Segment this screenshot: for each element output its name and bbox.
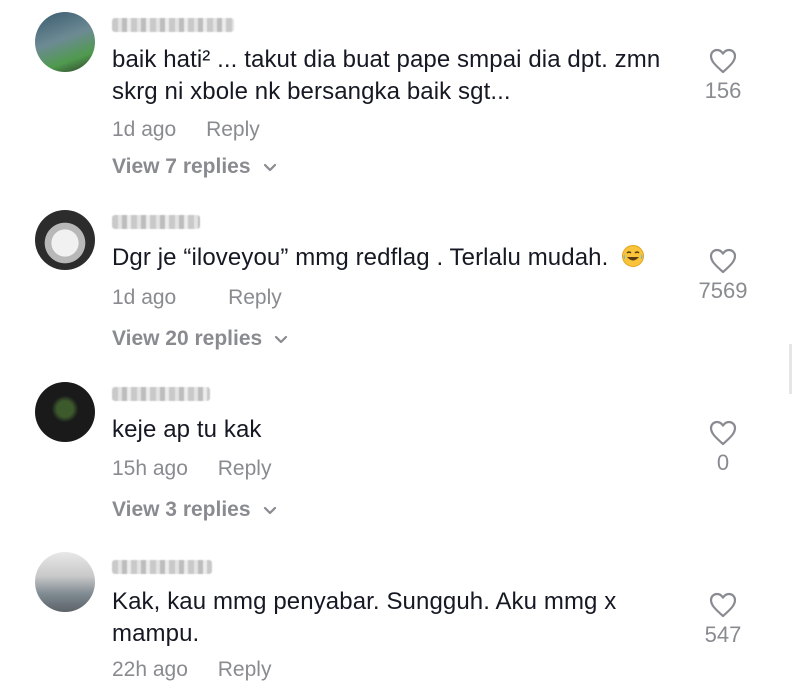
chevron-down-icon: [263, 155, 277, 179]
reply-button[interactable]: Reply: [206, 118, 260, 141]
avatar[interactable]: [35, 552, 95, 612]
comment-text-line: skrg ni xbole nk bersangka baik sgt...: [112, 78, 511, 105]
reply-button[interactable]: Reply: [228, 286, 282, 309]
comment-item: Kak, kau mmg penyabar. Sungguh. Aku mmg …: [0, 550, 792, 690]
view-replies-button[interactable]: View 20 replies: [112, 327, 288, 351]
like-button[interactable]: 7569: [683, 248, 763, 304]
comment-item: baik hati² ... takut dia buat pape smpai…: [0, 0, 792, 190]
like-button[interactable]: 547: [683, 592, 763, 648]
comment-time: 1d ago: [112, 118, 177, 141]
comment-item: keje ap tu kak 15h ago Reply View 3 repl…: [0, 370, 792, 540]
view-replies-button[interactable]: View 3 replies: [112, 498, 277, 522]
avatar[interactable]: [35, 382, 95, 442]
view-replies-label: View 20 replies: [112, 327, 263, 350]
username-blurred[interactable]: [112, 387, 210, 401]
comment-text-line: mampu.: [112, 620, 200, 647]
username-blurred[interactable]: [112, 215, 200, 229]
view-replies-label: View 7 replies: [112, 155, 251, 178]
comment-text: baik hati² ... takut dia buat pape smpai…: [112, 44, 687, 108]
face-with-tears-of-joy-icon: [621, 244, 645, 277]
like-count: 7569: [698, 278, 748, 303]
reply-button[interactable]: Reply: [218, 457, 272, 480]
heart-outline-icon: [683, 48, 763, 74]
comment-text-line: Dgr je “iloveyou” mmg redflag . Terlalu …: [112, 244, 609, 271]
comment-text: Dgr je “iloveyou” mmg redflag . Terlalu …: [112, 242, 687, 277]
comment-meta: 15h ago Reply: [112, 457, 271, 481]
comment-text: Kak, kau mmg penyabar. Sungguh. Aku mmg …: [112, 586, 687, 650]
view-replies-button[interactable]: View 7 replies: [112, 155, 277, 179]
heart-outline-icon: [683, 592, 763, 618]
comment-meta: 1d ago Reply: [112, 286, 282, 310]
like-count: 156: [704, 78, 742, 103]
like-button[interactable]: 0: [683, 420, 763, 476]
username-blurred[interactable]: [112, 560, 212, 574]
chevron-down-icon: [263, 498, 277, 522]
comment-time: 1d ago: [112, 286, 177, 309]
comment-meta: 22h ago Reply: [112, 658, 271, 682]
comment-time: 15h ago: [112, 457, 188, 480]
view-replies-label: View 3 replies: [112, 498, 251, 521]
heart-outline-icon: [683, 420, 763, 446]
heart-outline-icon: [683, 248, 763, 274]
comment-item: Dgr je “iloveyou” mmg redflag . Terlalu …: [0, 190, 792, 360]
like-button[interactable]: 156: [683, 48, 763, 104]
comment-time: 22h ago: [112, 658, 188, 681]
comment-text-line: baik hati² ... takut dia buat pape smpai…: [112, 46, 661, 73]
avatar[interactable]: [35, 12, 95, 72]
comment-text-line: keje ap tu kak: [112, 416, 262, 443]
comment-text-line: Kak, kau mmg penyabar. Sungguh. Aku mmg …: [112, 588, 617, 615]
like-count: 547: [704, 622, 742, 647]
comment-text: keje ap tu kak: [112, 414, 687, 446]
avatar[interactable]: [35, 210, 95, 270]
username-blurred[interactable]: [112, 18, 234, 32]
comment-meta: 1d ago Reply: [112, 118, 260, 142]
like-count: 0: [716, 450, 730, 475]
reply-button[interactable]: Reply: [218, 658, 272, 681]
chevron-down-icon: [274, 327, 288, 351]
